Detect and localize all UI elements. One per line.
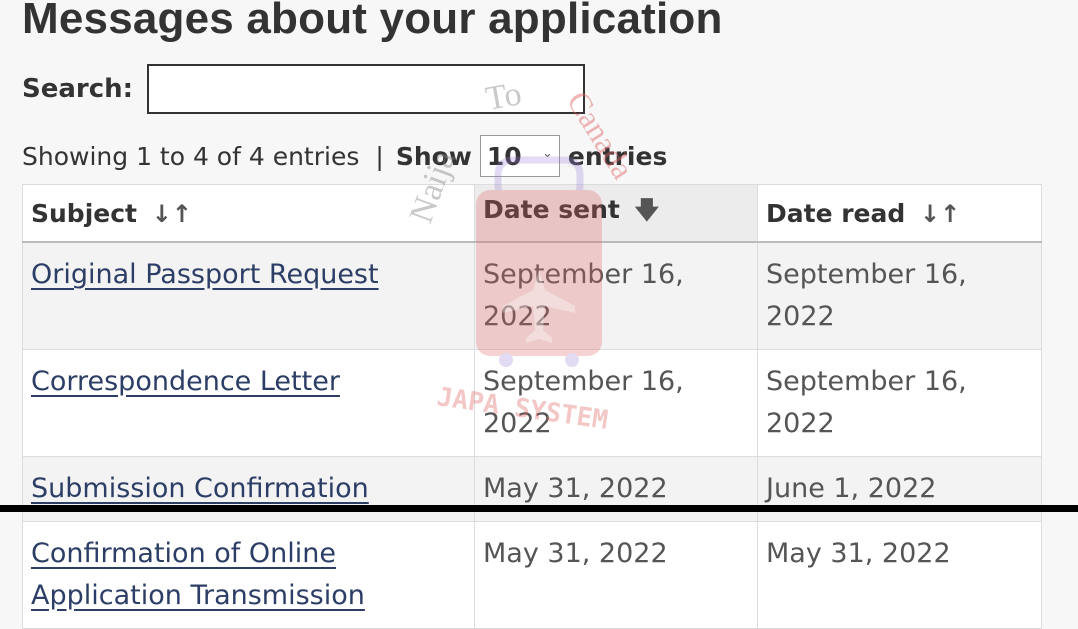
subject-cell: Original Passport Request (22, 241, 475, 350)
search-label: Search: (22, 74, 134, 104)
date-sent-header-label: Date sent (483, 194, 620, 224)
messages-table: Subject ↓↑ Date sent 🡇 Date read ↓↑ Orig… (22, 184, 1042, 629)
chevron-down-icon: ⌄ (541, 146, 553, 161)
date-read-column-header[interactable]: Date read ↓↑ (757, 184, 1042, 243)
date-read-cell: September 16, 2022 (757, 241, 1042, 350)
screen-bottom-edge (0, 505, 1078, 512)
date-sent-column-header[interactable]: Date sent 🡇 (474, 184, 758, 243)
entries-info: Showing 1 to 4 of 4 entries (22, 141, 360, 171)
subject-cell: Correspondence Letter (22, 349, 475, 457)
date-sent-cell: May 31, 2022 (474, 521, 758, 629)
subject-column-header[interactable]: Subject ↓↑ (22, 184, 475, 243)
date-sent-cell: September 16, 2022 (474, 349, 758, 457)
page-length-value: 10 (486, 141, 522, 171)
message-link[interactable]: Submission Confirmation (31, 473, 369, 504)
subject-cell: Confirmation of Online Application Trans… (22, 521, 475, 629)
show-label: Show (395, 141, 472, 171)
date-read-cell: September 16, 2022 (757, 349, 1042, 457)
sort-descending-icon: 🡇 (634, 195, 660, 224)
message-link[interactable]: Original Passport Request (31, 259, 379, 290)
entries-label: entries (567, 141, 668, 171)
date-read-cell: May 31, 2022 (757, 521, 1042, 629)
date-sent-cell: September 16, 2022 (474, 241, 758, 350)
search-bar: Search: (22, 62, 586, 116)
table-row: Confirmation of Online Application Trans… (22, 521, 1042, 629)
search-input[interactable] (147, 64, 586, 114)
sort-both-icon: ↓↑ (151, 199, 192, 228)
sort-both-icon: ↓↑ (920, 199, 961, 228)
table-row: Original Passport Request September 16, … (22, 241, 1042, 350)
date-read-header-label: Date read (766, 198, 906, 228)
subject-header-label: Subject (31, 198, 137, 228)
table-header-row: Subject ↓↑ Date sent 🡇 Date read ↓↑ (22, 184, 1042, 243)
table-info-bar: Showing 1 to 4 of 4 entries | Show 10 ⌄ … (22, 134, 667, 178)
message-link[interactable]: Correspondence Letter (31, 366, 340, 397)
separator: | (375, 141, 384, 171)
message-link[interactable]: Confirmation of Online Application Trans… (31, 538, 365, 611)
page-title: Messages about your application (22, 0, 723, 43)
table-row: Correspondence Letter September 16, 2022… (22, 349, 1042, 457)
page-length-select[interactable]: 10 ⌄ (479, 135, 560, 177)
